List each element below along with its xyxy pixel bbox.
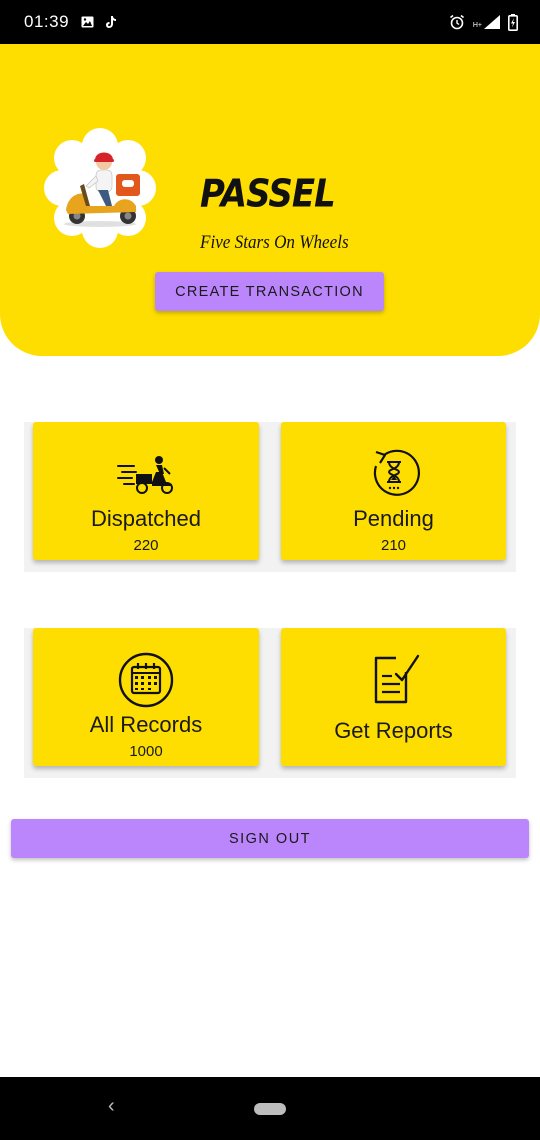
create-transaction-button[interactable]: CREATE TRANSACTION (155, 272, 384, 311)
network-label: H+ (472, 21, 482, 29)
calendar-icon (116, 652, 176, 708)
all-records-label: All Records (89, 712, 203, 737)
get-reports-card[interactable]: Get Reports (281, 628, 506, 766)
dispatched-card[interactable]: Dispatched 220 (33, 422, 259, 560)
battery-icon (508, 13, 518, 31)
all-records-count: 1000 (129, 743, 163, 760)
status-time: 01:39 (24, 12, 70, 31)
pending-label: Pending (353, 506, 434, 531)
status-bar: 01:39 H+ (0, 0, 540, 44)
home-pill-icon[interactable] (254, 1103, 286, 1115)
checklist-icon (364, 652, 424, 708)
screen: 01:39 H+ PASSEL Five Stars On Wheels CRE… (0, 0, 540, 1140)
alarm-icon (449, 14, 465, 30)
pending-count: 210 (380, 537, 407, 554)
tiktok-icon (106, 16, 117, 28)
dispatched-label: Dispatched (90, 506, 202, 531)
back-icon[interactable]: ‹ (108, 1095, 115, 1118)
delivery-scooter-icon (116, 446, 176, 502)
status-left: 01:39 (24, 12, 117, 32)
all-records-card[interactable]: All Records 1000 (33, 628, 259, 766)
cards-row-1: Dispatched 220 Pending 210 (24, 422, 516, 572)
dispatched-count: 220 (133, 537, 159, 554)
brand-title: PASSEL (200, 171, 336, 217)
status-right: H+ (449, 13, 518, 31)
scooter-logo-icon (44, 126, 156, 250)
hourglass-icon (364, 446, 424, 502)
image-icon (81, 16, 94, 28)
header-banner: PASSEL Five Stars On Wheels CREATE TRANS… (0, 44, 540, 356)
get-reports-label: Get Reports (334, 718, 453, 743)
navigation-bar: ‹ (0, 1077, 540, 1140)
sign-out-button[interactable]: SIGN OUT (11, 819, 529, 858)
cards-row-2: All Records 1000 Get Reports (24, 628, 516, 778)
pending-card[interactable]: Pending 210 (281, 422, 506, 560)
signal-icon (484, 15, 500, 29)
brand-tagline: Five Stars On Wheels (200, 232, 349, 253)
